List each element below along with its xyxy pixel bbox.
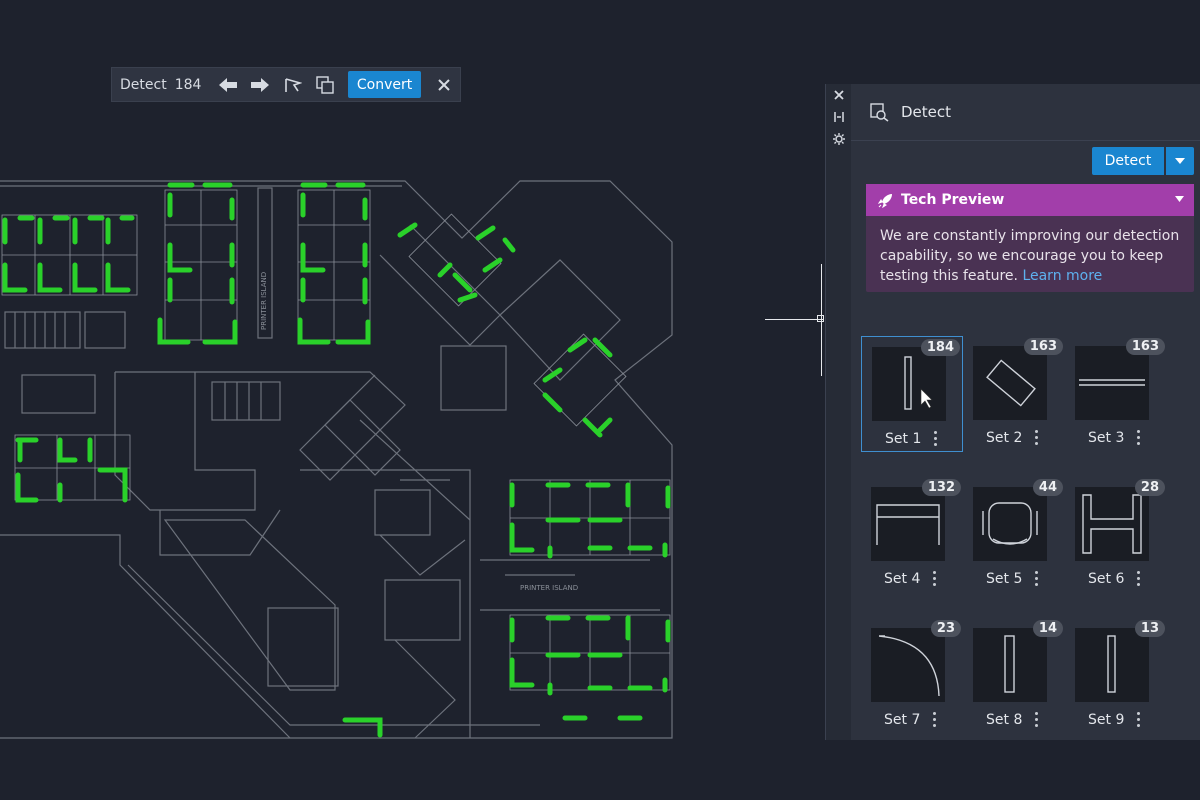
- set-count-badge: 13: [1134, 620, 1165, 637]
- detect-toolbar: Detect 184 Convert: [111, 67, 461, 102]
- set-count-badge: 14: [1032, 620, 1063, 637]
- rocket-icon: [878, 193, 892, 208]
- set-count-badge: 23: [930, 620, 961, 637]
- more-options-icon[interactable]: [1035, 712, 1038, 730]
- set-thumbnail: [973, 628, 1047, 702]
- more-options-icon[interactable]: [1137, 712, 1140, 730]
- more-options-icon[interactable]: [1137, 430, 1140, 448]
- arrow-cursor-icon: [920, 388, 933, 409]
- palette-close-icon[interactable]: [826, 84, 852, 106]
- set-name: Set 7: [884, 712, 921, 728]
- next-icon[interactable]: [244, 70, 277, 100]
- set-name: Set 1: [885, 431, 922, 447]
- previous-icon[interactable]: [211, 70, 244, 100]
- tech-preview-title: Tech Preview: [901, 192, 1005, 208]
- detect-panel: Detect Detect Tech Preview We are consta…: [851, 84, 1200, 740]
- crosshair-pickbox: [817, 315, 824, 322]
- set-card-8[interactable]: 14 Set 8: [963, 618, 1065, 734]
- vertical-bar-shape-icon: [1107, 635, 1116, 693]
- convert-button[interactable]: Convert: [347, 71, 422, 98]
- more-options-icon[interactable]: [934, 431, 937, 449]
- set-count-badge: 28: [1134, 479, 1165, 496]
- chevron-down-icon: [1175, 196, 1184, 202]
- set-card-6[interactable]: 28 Set 6: [1065, 477, 1167, 593]
- detect-icon: [870, 103, 889, 122]
- svg-text:PRINTER ISLAND: PRINTER ISLAND: [260, 272, 268, 330]
- detect-split-button: Detect: [1092, 147, 1194, 175]
- crosshair-cursor: [765, 319, 823, 320]
- vertical-bar-shape-icon: [1004, 635, 1015, 693]
- toolbar-label: Detect: [120, 76, 167, 93]
- set-thumbnail: [1075, 346, 1149, 420]
- tech-preview-body: We are constantly improving our detectio…: [866, 216, 1194, 286]
- set-card-3[interactable]: 163 Set 3: [1065, 336, 1167, 452]
- set-thumbnail: [871, 628, 945, 702]
- set-thumbnail: [1075, 628, 1149, 702]
- more-options-icon[interactable]: [1035, 430, 1038, 448]
- close-icon[interactable]: [427, 70, 460, 100]
- set-count-badge: 184: [920, 339, 960, 356]
- set-card-4[interactable]: 132 Set 4: [861, 477, 963, 593]
- double-line-shape-icon: [1079, 379, 1145, 386]
- set-name: Set 6: [1088, 571, 1125, 587]
- set-thumbnail: [973, 346, 1047, 420]
- more-options-icon[interactable]: [933, 571, 936, 589]
- set-card-5[interactable]: 44 Set 5: [963, 477, 1065, 593]
- set-name: Set 5: [986, 571, 1023, 587]
- set-card-9[interactable]: 13 Set 9: [1065, 618, 1167, 734]
- table-shape-icon: [876, 504, 940, 545]
- set-card-2[interactable]: 163 Set 2: [963, 336, 1065, 452]
- select-similar-icon[interactable]: [309, 70, 342, 100]
- set-thumbnail: [871, 487, 945, 561]
- diamond-shape-icon: [986, 359, 1036, 407]
- cad-canvas[interactable]: PRINTER ISLAND PRINTER ISLAND: [0, 0, 820, 800]
- door-swing-shape-icon: [878, 635, 940, 697]
- palette-collapse-icon[interactable]: [826, 106, 852, 128]
- panel-header: Detect: [851, 84, 1200, 141]
- detect-dropdown-button[interactable]: [1166, 147, 1194, 175]
- set-count-badge: 163: [1023, 338, 1063, 355]
- set-name: Set 3: [1088, 430, 1125, 446]
- palette-strip: [825, 84, 852, 740]
- floor-plan-drawing: PRINTER ISLAND PRINTER ISLAND: [0, 180, 673, 739]
- set-count-badge: 163: [1125, 338, 1165, 355]
- set-name: Set 9: [1088, 712, 1125, 728]
- chevron-down-icon: [1175, 158, 1185, 164]
- flag-icon[interactable]: [277, 70, 310, 100]
- chair-shape-icon: [982, 502, 1038, 545]
- set-thumbnail: [1075, 487, 1149, 561]
- set-name: Set 8: [986, 712, 1023, 728]
- svg-text:PRINTER ISLAND: PRINTER ISLAND: [520, 584, 578, 592]
- panel-title: Detect: [901, 103, 952, 121]
- set-thumbnail: [973, 487, 1047, 561]
- tech-preview-banner: Tech Preview We are constantly improving…: [866, 184, 1194, 292]
- more-options-icon[interactable]: [933, 712, 936, 730]
- learn-more-link[interactable]: Learn more: [1022, 268, 1102, 284]
- tech-preview-header[interactable]: Tech Preview: [866, 184, 1194, 216]
- h-shape-icon: [1082, 494, 1142, 554]
- set-card-7[interactable]: 23 Set 7: [861, 618, 963, 734]
- more-options-icon[interactable]: [1035, 571, 1038, 589]
- toolbar-count: 184: [174, 76, 202, 93]
- set-count-badge: 132: [921, 479, 961, 496]
- set-name: Set 4: [884, 571, 921, 587]
- vertical-bar-shape-icon: [904, 356, 933, 410]
- set-card-1[interactable]: 184 Set 1: [861, 336, 963, 452]
- set-count-badge: 44: [1032, 479, 1063, 496]
- set-thumbnail: [872, 347, 946, 421]
- set-name: Set 2: [986, 430, 1023, 446]
- palette-settings-icon[interactable]: [826, 128, 852, 150]
- more-options-icon[interactable]: [1137, 571, 1140, 589]
- detect-button[interactable]: Detect: [1092, 147, 1164, 175]
